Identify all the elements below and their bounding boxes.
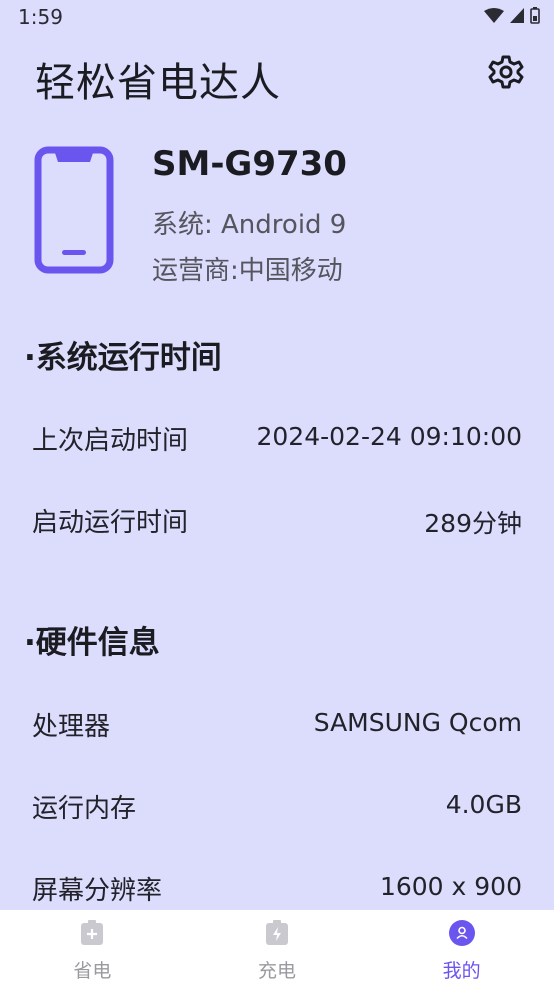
wifi-icon	[484, 7, 504, 23]
gear-icon	[488, 55, 524, 89]
profile-icon	[448, 920, 475, 946]
device-os: 系统: Android 9	[152, 210, 347, 240]
nav-item-charging[interactable]: 充电	[185, 910, 370, 984]
row-value-resolution: 1600 x 900	[379, 872, 522, 901]
row-value-uptime: 289分钟	[424, 509, 522, 538]
status-bar: 1:59	[0, 0, 554, 34]
bottom-nav: 省电 充电 我的	[0, 910, 554, 984]
nav-label-charging: 充电	[258, 960, 297, 982]
section-title-hardware: ·硬件信息	[24, 625, 160, 661]
row-label-last-boot: 上次启动时间	[32, 426, 189, 456]
section-title-system-runtime: ·系统运行时间	[24, 340, 222, 376]
row-value-last-boot: 2024-02-24 09:10:00	[256, 422, 522, 451]
settings-button[interactable]	[486, 52, 526, 92]
row-label-resolution: 屏幕分辨率	[32, 876, 163, 906]
device-model: SM-G9730	[152, 144, 347, 184]
nav-label-mine: 我的	[442, 960, 481, 982]
row-label-ram: 运行内存	[32, 794, 137, 824]
smartphone-icon	[34, 146, 114, 274]
battery-icon	[530, 7, 540, 24]
status-time: 1:59	[18, 5, 63, 29]
row-label-uptime: 启动运行时间	[32, 508, 189, 538]
device-carrier: 运营商:中国移动	[152, 256, 343, 286]
page-title: 轻松省电达人	[35, 60, 281, 106]
battery-charging-icon	[266, 920, 288, 945]
row-label-processor: 处理器	[32, 712, 111, 742]
nav-label-save-power: 省电	[73, 960, 112, 982]
row-value-ram: 4.0GB	[445, 790, 522, 819]
row-value-processor: SAMSUNG Qcom	[313, 708, 522, 737]
nav-item-save-power[interactable]: 省电	[0, 910, 185, 984]
nav-item-mine[interactable]: 我的	[369, 910, 554, 984]
cell-signal-icon	[510, 8, 524, 23]
battery-plus-icon	[81, 920, 104, 945]
status-icons	[484, 7, 540, 24]
